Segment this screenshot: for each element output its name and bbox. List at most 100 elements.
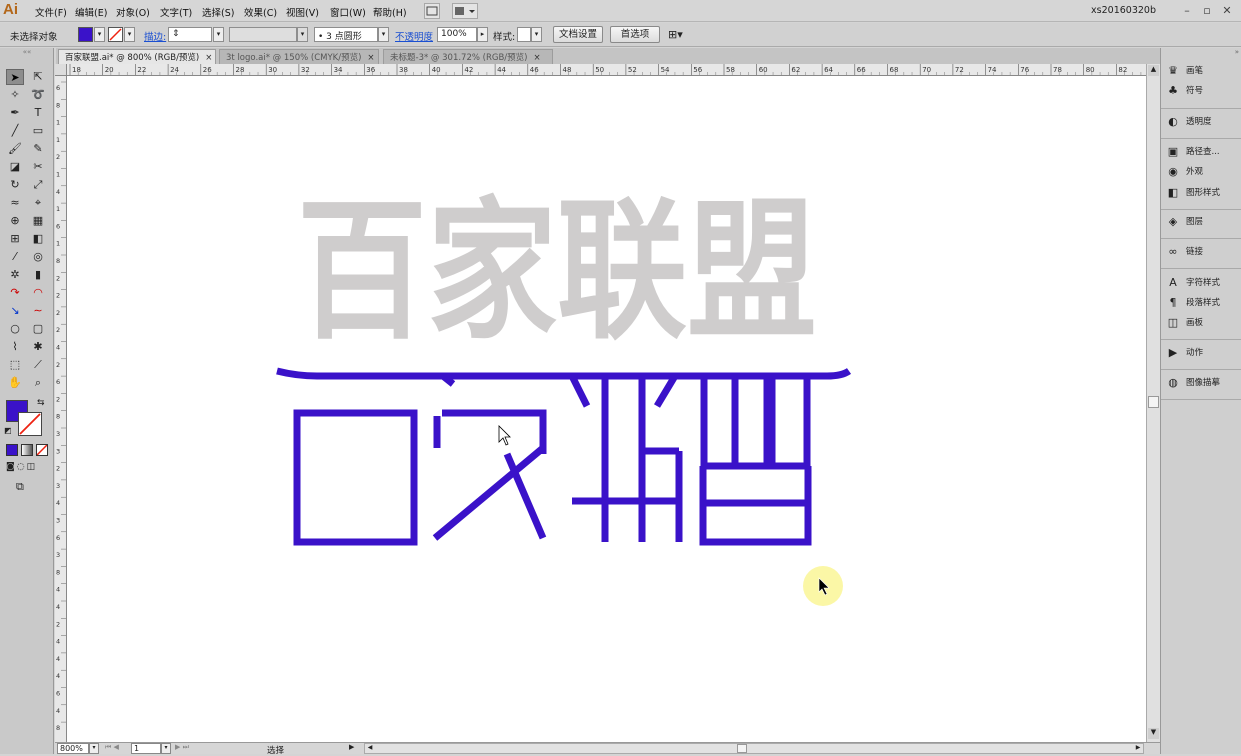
panel-appearance[interactable]: ◉ 外观 xyxy=(1165,165,1239,185)
color-mode-icon[interactable] xyxy=(6,444,18,456)
arrange-panel-icon[interactable]: ⊞▾ xyxy=(668,28,683,41)
panel-links[interactable]: ∞ 链接 xyxy=(1165,245,1239,265)
slice-tool-icon[interactable]: ⟋ xyxy=(29,357,47,373)
rotate-tool-icon[interactable]: ↻ xyxy=(6,177,24,193)
hand-tool-icon[interactable]: ✋ xyxy=(6,375,24,391)
tab-document-3[interactable]: 未标题-3* @ 301.72% (RGB/预览) × xyxy=(383,49,553,64)
screen-mode-icon[interactable]: ⧉ xyxy=(16,480,34,493)
vertical-ruler[interactable]: 6 8 1 1 2 1 4 1 6 1 8 2 2 2 2 4 2 6 2 8 3 3 2 3 4 3 6 3 8 4 4 2 4 4 4 6 4 8 xyxy=(55,76,67,742)
profile-dropdown[interactable]: ▾ xyxy=(297,27,308,42)
dock-expand-icon[interactable]: » xyxy=(1163,48,1239,58)
zoom-level-input[interactable]: 800% xyxy=(57,743,89,754)
panel-transparency[interactable]: ◐ 透明度 xyxy=(1165,115,1239,135)
swap-colors-icon[interactable]: ⇆ xyxy=(37,398,45,408)
panel-layers[interactable]: ◈ 图层 xyxy=(1165,215,1239,235)
gradient-tool-icon[interactable]: ◧ xyxy=(29,231,47,247)
tab-close-icon[interactable]: × xyxy=(367,53,374,63)
stroke-dropdown[interactable]: ▾ xyxy=(124,27,135,42)
pencil-tool-icon[interactable]: ✎ xyxy=(29,141,47,157)
style-swatch[interactable] xyxy=(517,27,531,42)
opacity-input[interactable]: 100% xyxy=(437,27,477,42)
gradient-mode-icon[interactable] xyxy=(21,444,33,456)
menu-file[interactable]: 文件(F) xyxy=(35,5,67,19)
zoom-dropdown[interactable]: ▾ xyxy=(89,743,99,754)
logo-artwork[interactable] xyxy=(276,367,852,546)
default-colors-icon[interactable]: ◩ xyxy=(4,426,12,435)
close-icon[interactable]: ✕ xyxy=(1219,4,1235,18)
next-last-artboard-icons[interactable]: ▶ ⏭ xyxy=(175,743,199,754)
ruler-origin[interactable] xyxy=(55,64,67,76)
eyedropper-tool-icon[interactable]: ⁄ xyxy=(6,249,24,265)
artboard-canvas[interactable]: 百家联盟 xyxy=(67,76,1146,742)
logo-char-lian[interactable] xyxy=(568,374,683,542)
menu-object[interactable]: 对象(O) xyxy=(116,5,150,19)
perspective-grid-tool-icon[interactable]: ▦ xyxy=(29,213,47,229)
stroke-color-swatch[interactable] xyxy=(108,27,123,42)
panel-actions[interactable]: ▶ 动作 xyxy=(1165,346,1239,366)
smooth-tool-icon[interactable]: ∼ xyxy=(29,303,47,319)
ellipse-tool-icon[interactable]: ○ xyxy=(6,321,24,337)
magic-wand-tool-icon[interactable]: ✧ xyxy=(6,87,24,103)
arrange-documents-button[interactable] xyxy=(452,3,478,19)
panel-paragraph-styles[interactable]: ¶ 段落样式 xyxy=(1165,296,1239,316)
line-tool-icon[interactable]: ╱ xyxy=(6,123,24,139)
paintbrush-tool-icon[interactable]: 🖌 xyxy=(6,141,24,157)
horizontal-ruler[interactable]: 18 20 22 24 26 28 30 32 34 36 38 40 42 44 46 48 50 52 54 56… xyxy=(56,64,1146,76)
preferences-button[interactable]: 首选项 xyxy=(610,26,660,43)
minimize-icon[interactable]: – xyxy=(1179,4,1195,18)
stroke-swatch-large[interactable] xyxy=(18,412,42,436)
artboard-tool-icon[interactable]: ⬚ xyxy=(6,357,24,373)
logo-char-jia[interactable] xyxy=(432,373,547,541)
panel-symbols[interactable]: ♣ 符号 xyxy=(1165,84,1239,104)
type-tool-icon[interactable]: T xyxy=(29,105,47,121)
scroll-right-icon[interactable]: ▶ xyxy=(1133,744,1143,753)
warp-tool-icon[interactable]: ⌇ xyxy=(6,339,24,355)
menu-type[interactable]: 文字(T) xyxy=(160,5,192,19)
menu-help[interactable]: 帮助(H) xyxy=(373,5,407,19)
first-previous-artboard-icons[interactable]: ⏮ ◀ xyxy=(105,743,129,754)
document-setup-button[interactable]: 文档设置 xyxy=(553,26,603,43)
stroke-weight-dropdown[interactable]: ▾ xyxy=(213,27,224,42)
rectangle-tool-icon[interactable]: ▭ xyxy=(29,123,47,139)
panel-brushes[interactable]: ♛ 画笔 xyxy=(1165,64,1239,84)
stroke-label[interactable]: 描边: xyxy=(144,29,166,43)
mesh-tool-icon[interactable]: ⊞ xyxy=(6,231,24,247)
tab-document-1[interactable]: 百家联盟.ai* @ 800% (RGB/预览) × xyxy=(58,49,216,64)
blob-brush-tool-icon[interactable]: ◪ xyxy=(6,159,24,175)
panel-graphic-styles[interactable]: ◧ 图形样式 xyxy=(1165,186,1239,206)
logo-char-bai[interactable] xyxy=(293,409,418,546)
curvature-tool-icon[interactable]: ↷ xyxy=(6,285,24,301)
brush-definition[interactable]: • 3 点圆形 xyxy=(314,27,378,42)
scroll-up-icon[interactable]: ▲ xyxy=(1148,65,1159,76)
scroll-down-icon[interactable]: ▼ xyxy=(1148,728,1159,739)
tools-panel-grip[interactable]: «« xyxy=(2,48,52,58)
crystallize-tool-icon[interactable]: ✱ xyxy=(29,339,47,355)
width-tool-icon[interactable]: ≈ xyxy=(6,195,24,211)
scale-tool-icon[interactable]: ⤢ xyxy=(29,177,47,193)
horizontal-scroll-thumb[interactable] xyxy=(737,744,747,753)
symbol-sprayer-tool-icon[interactable]: ✲ xyxy=(6,267,24,283)
menu-effect[interactable]: 效果(C) xyxy=(244,5,277,19)
menu-select[interactable]: 选择(S) xyxy=(202,5,234,19)
scissors-tool-icon[interactable]: ✂ xyxy=(29,159,47,175)
artboard-number-input[interactable]: 1 xyxy=(131,743,161,754)
tab-close-icon[interactable]: × xyxy=(533,53,540,63)
lasso-tool-icon[interactable]: ➰ xyxy=(29,87,47,103)
pen-tool-icon[interactable]: ✒ xyxy=(6,105,24,121)
draw-mode-icons[interactable]: ◙◌◫ xyxy=(6,462,46,474)
panel-image-trace[interactable]: ◍ 图像描摹 xyxy=(1165,376,1239,396)
style-dropdown[interactable]: ▾ xyxy=(531,27,542,42)
shape-builder-tool-icon[interactable]: ⊕ xyxy=(6,213,24,229)
menu-edit[interactable]: 编辑(E) xyxy=(75,5,107,19)
status-menu-icon[interactable]: ▶ xyxy=(349,743,359,754)
panel-character-styles[interactable]: A 字符样式 xyxy=(1165,276,1239,296)
menu-window[interactable]: 窗口(W) xyxy=(330,5,366,19)
selection-tool-icon[interactable]: ➤ xyxy=(6,69,24,85)
rounded-rect-tool-icon[interactable]: ▢ xyxy=(29,321,47,337)
vertical-scroll-thumb[interactable] xyxy=(1148,396,1159,408)
tab-document-2[interactable]: 3t logo.ai* @ 150% (CMYK/预览) × xyxy=(219,49,379,64)
fill-dropdown[interactable]: ▾ xyxy=(94,27,105,42)
scroll-left-icon[interactable]: ◀ xyxy=(365,744,375,753)
artboard-dropdown[interactable]: ▾ xyxy=(161,743,171,754)
brush-dropdown[interactable]: ▾ xyxy=(378,27,389,42)
